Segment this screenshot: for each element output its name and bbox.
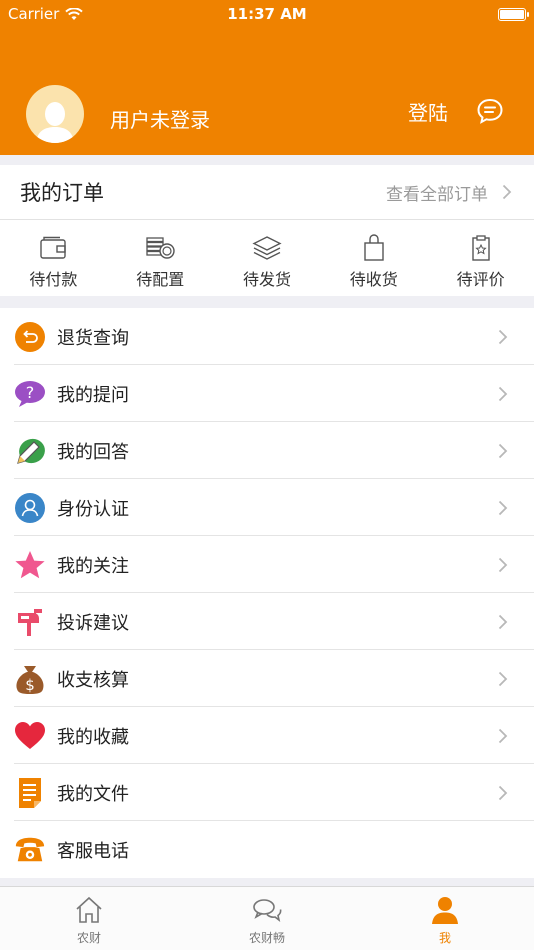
order-tab-pending-config[interactable]: 待配置	[107, 220, 214, 296]
svg-text:?: ?	[26, 383, 35, 402]
layers-icon	[252, 236, 282, 260]
menu-item-following[interactable]: 我的关注	[0, 536, 534, 593]
menu-item-customer-service[interactable]: 客服电话	[0, 821, 534, 878]
user-name[interactable]: 用户未登录	[110, 104, 408, 133]
wallet-icon	[40, 236, 67, 259]
orders-card: 我的订单 查看全部订单 待付款 待配置 待发货 待收货 待评价	[0, 165, 534, 296]
order-tab-pending-review[interactable]: 待评价	[427, 220, 534, 296]
chevron-right-icon	[498, 443, 508, 458]
tab-label: 农财	[76, 931, 101, 945]
identity-icon	[14, 492, 46, 524]
menu-item-label: 收支核算	[57, 669, 129, 691]
heart-icon	[14, 720, 46, 752]
chevron-right-icon	[498, 386, 508, 401]
document-icon	[14, 777, 46, 809]
clipboard-star-icon	[471, 235, 490, 261]
menu-item-label: 我的收藏	[57, 726, 129, 748]
menu-item-label: 我的文件	[57, 783, 129, 805]
menu-item-return-query[interactable]: 退货查询	[0, 308, 534, 365]
view-all-orders-link[interactable]: 查看全部订单	[386, 180, 512, 205]
mailbox-icon	[14, 606, 46, 638]
carrier-label: Carrier	[8, 5, 60, 23]
home-icon	[76, 896, 102, 923]
coins-icon	[146, 237, 175, 259]
chevron-right-icon	[498, 671, 508, 686]
bag-icon	[364, 234, 384, 261]
order-tab-pending-payment[interactable]: 待付款	[0, 220, 107, 296]
chevron-right-icon	[498, 500, 508, 515]
tab-label: 我	[438, 931, 451, 945]
menu-item-my-files[interactable]: 我的文件	[0, 764, 534, 821]
menu-item-label: 我的提问	[57, 384, 129, 406]
menu-item-identity[interactable]: 身份认证	[0, 479, 534, 536]
order-tab-label: 待配置	[136, 270, 185, 289]
person-icon	[432, 897, 458, 924]
menu-item-accounting[interactable]: $ 收支核算	[0, 650, 534, 707]
pen-bubble-icon	[14, 435, 46, 467]
menu-item-label: 客服电话	[57, 840, 129, 862]
order-status-tabs: 待付款 待配置 待发货 待收货 待评价	[0, 220, 534, 296]
battery-level	[500, 9, 524, 19]
default-avatar-icon	[36, 102, 74, 143]
avatar[interactable]	[26, 85, 84, 143]
profile-header: Carrier 11:37 AM 用户未登录 登陆	[0, 0, 534, 155]
chevron-right-icon	[502, 184, 512, 200]
order-tab-label: 待发货	[242, 270, 291, 289]
return-icon	[14, 321, 46, 353]
message-icon[interactable]	[476, 97, 504, 125]
order-tab-label: 待付款	[29, 270, 78, 289]
status-left: Carrier	[8, 5, 84, 23]
tab-home[interactable]: 农财	[0, 887, 178, 950]
tab-chat[interactable]: 农财畅	[178, 887, 356, 950]
status-bar: Carrier	[0, 0, 534, 28]
order-tab-pending-shipment[interactable]: 待发货	[214, 220, 321, 296]
svg-text:$: $	[25, 676, 35, 694]
menu-item-complaints[interactable]: 投诉建议	[0, 593, 534, 650]
chevron-right-icon	[498, 557, 508, 572]
menu-item-my-questions[interactable]: ? 我的提问	[0, 365, 534, 422]
menu-list: 退货查询 ? 我的提问 我的回答 身份认证 我的关注 投诉建议 $ 收支核算 我…	[0, 308, 534, 878]
money-bag-icon: $	[14, 663, 46, 695]
wifi-icon	[65, 7, 84, 20]
chevron-right-icon	[498, 785, 508, 800]
chevron-right-icon	[498, 614, 508, 629]
tab-label: 农财畅	[248, 931, 285, 945]
chevron-right-icon	[498, 329, 508, 344]
orders-title: 我的订单	[20, 181, 104, 205]
star-icon	[14, 549, 46, 581]
orders-header: 我的订单 查看全部订单	[0, 165, 534, 220]
bottom-tab-bar: 农财 农财畅 我	[0, 886, 534, 950]
menu-item-label: 投诉建议	[57, 612, 129, 634]
login-button[interactable]: 登陆	[408, 97, 448, 126]
tab-me[interactable]: 我	[356, 887, 534, 950]
order-tab-label: 待评价	[456, 270, 505, 289]
order-tab-pending-receipt[interactable]: 待收货	[320, 220, 427, 296]
menu-item-my-answers[interactable]: 我的回答	[0, 422, 534, 479]
menu-item-label: 退货查询	[57, 327, 129, 349]
menu-item-label: 我的回答	[57, 441, 129, 463]
question-bubble-icon: ?	[14, 378, 46, 410]
menu-item-label: 身份认证	[57, 498, 129, 520]
profile-row: 用户未登录 登陆	[26, 84, 504, 144]
telephone-icon	[14, 834, 46, 866]
view-all-orders-label: 查看全部订单	[386, 184, 488, 205]
menu-item-favorites[interactable]: 我的收藏	[0, 707, 534, 764]
order-tab-label: 待收货	[349, 270, 398, 289]
chat-icon	[253, 899, 282, 922]
battery-icon	[498, 7, 529, 21]
chevron-right-icon	[498, 728, 508, 743]
menu-item-label: 我的关注	[57, 555, 129, 577]
